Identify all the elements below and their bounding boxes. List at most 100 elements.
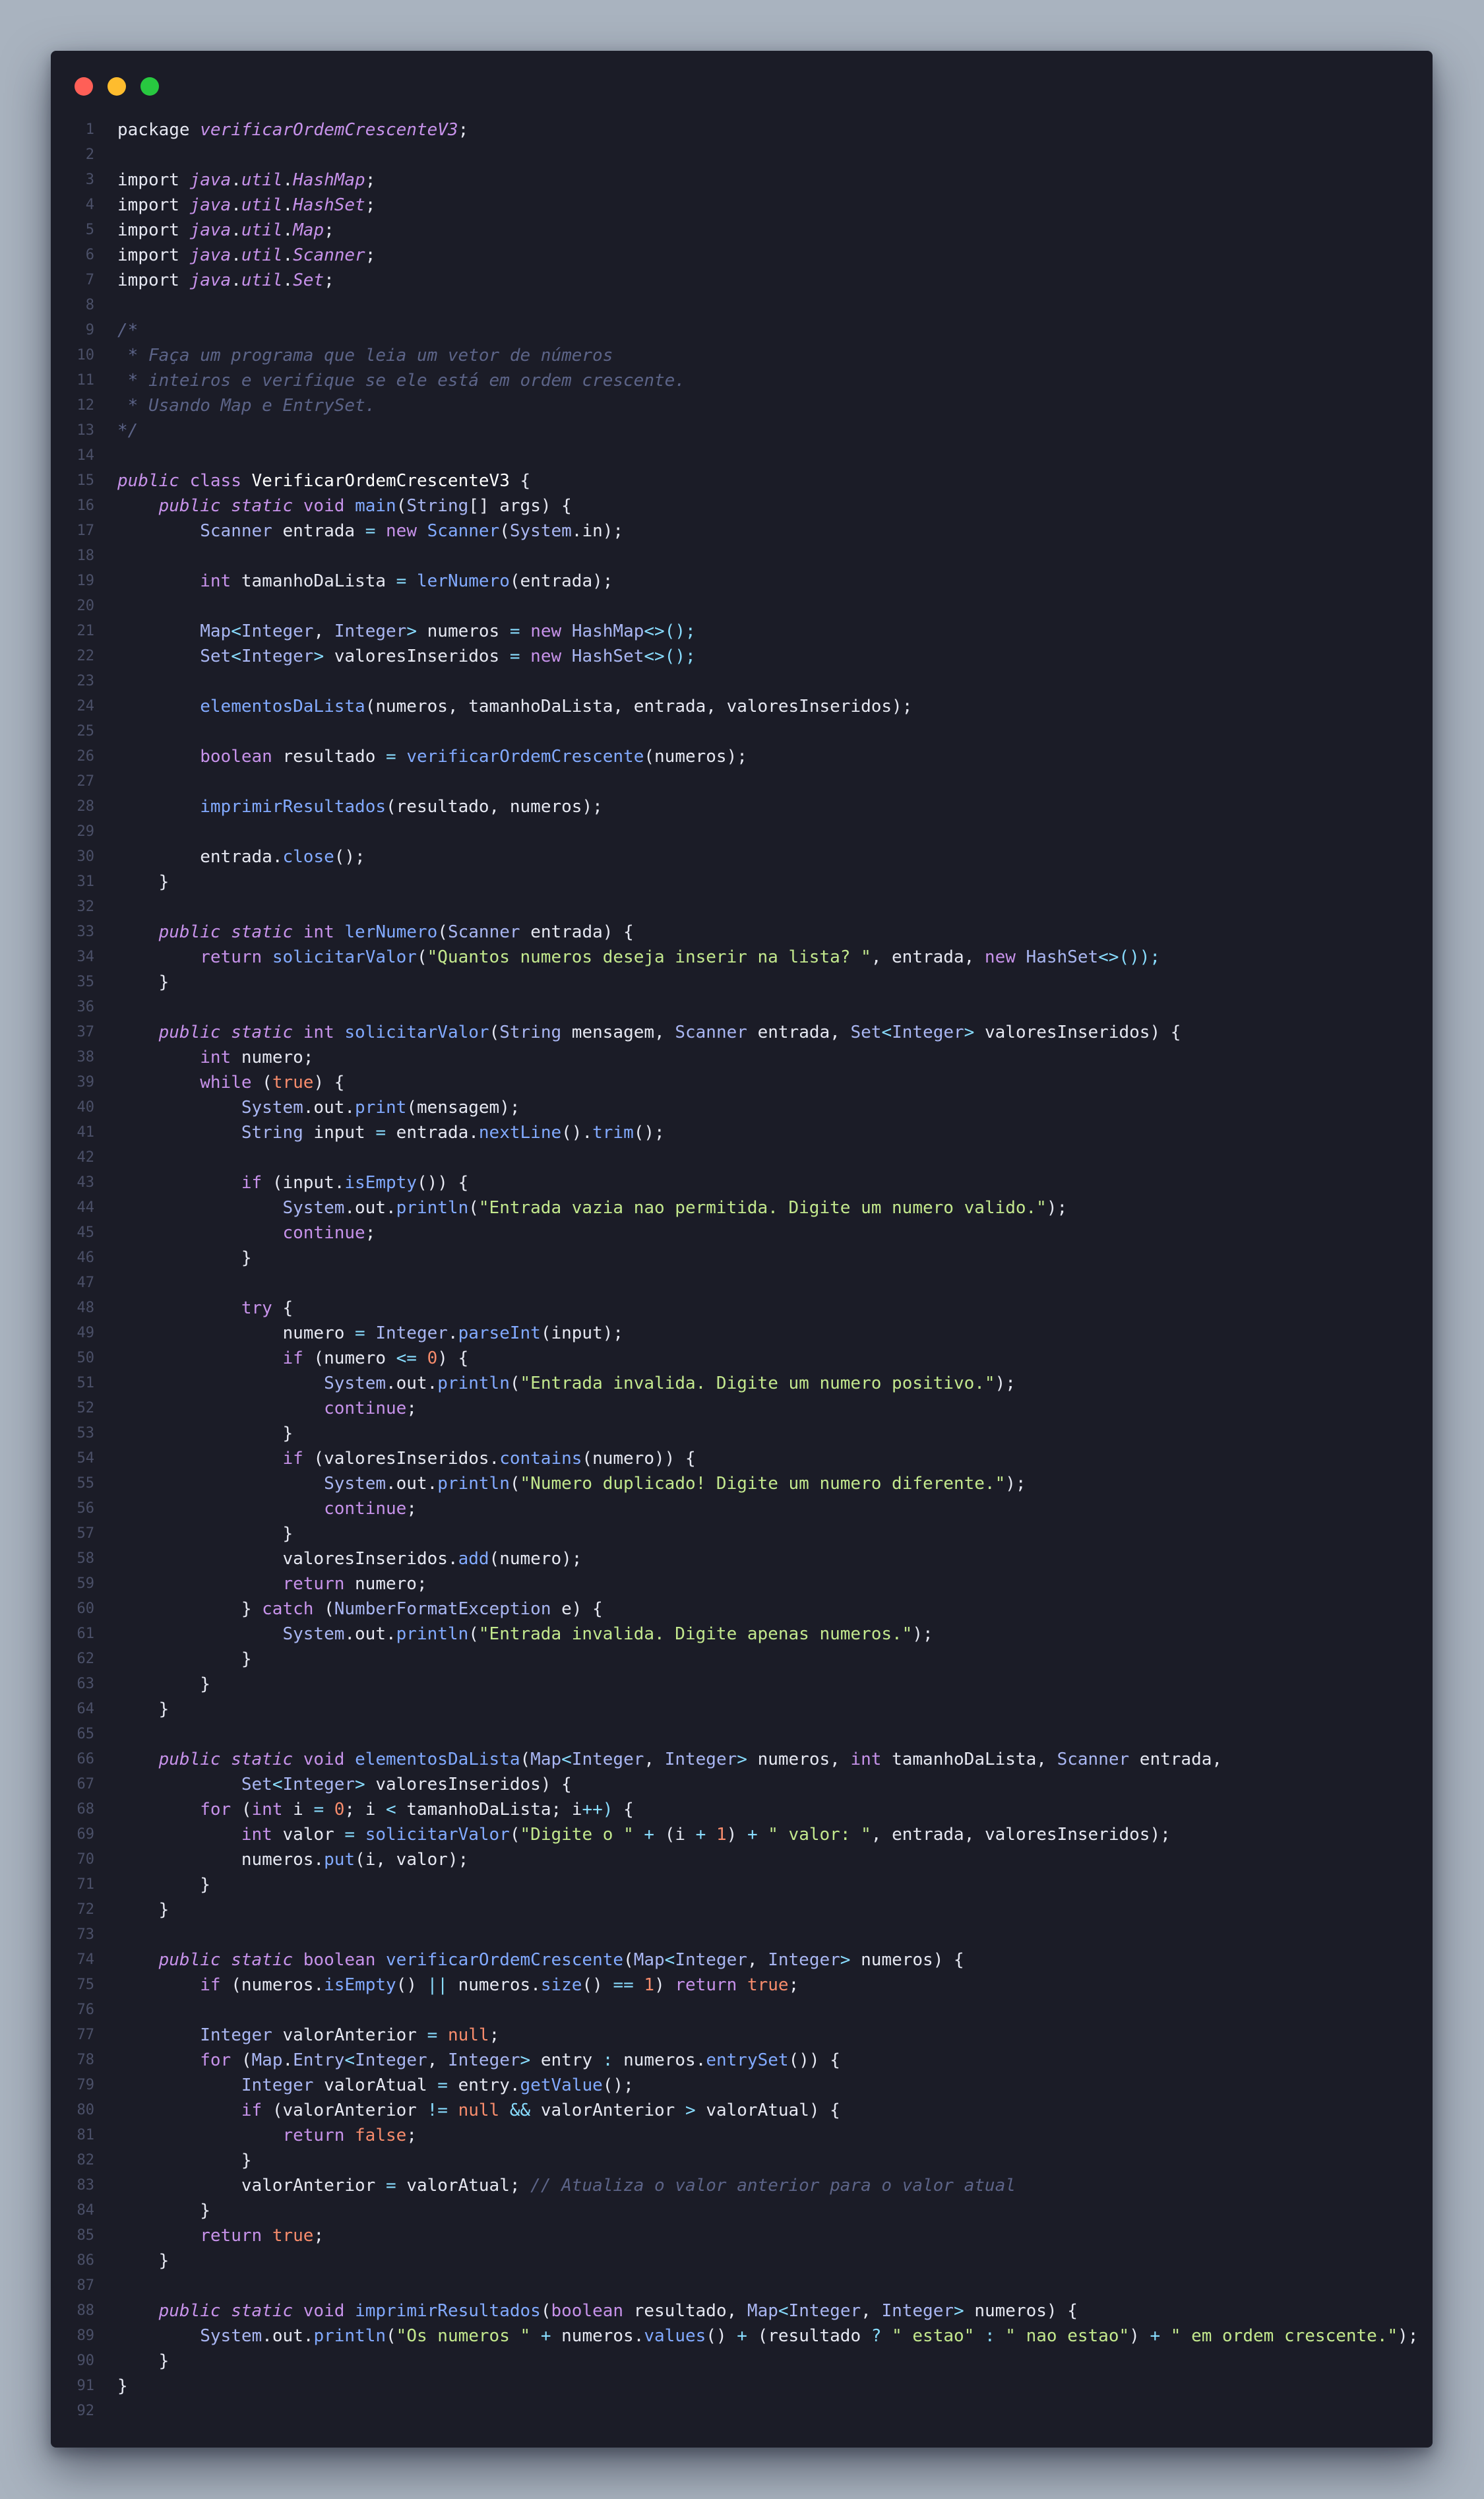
code-line: 28 imprimirResultados(resultado, numeros…: [51, 794, 1433, 819]
code-line: 57 }: [51, 1521, 1433, 1546]
code-window: 1 package verificarOrdemCrescenteV3; 2 3 imp…: [51, 51, 1433, 2448]
code-line: 5 import java.util.Map;: [51, 218, 1433, 243]
line-number: 5: [85, 222, 94, 238]
code-line: 89 System.out.println("Os numeros " + nu…: [51, 2324, 1433, 2349]
code-text: }: [158, 1699, 170, 1719]
line-number: 28: [77, 798, 95, 815]
code-line: 11 * inteiros e verifique se ele está em…: [51, 368, 1433, 393]
line-number: 64: [77, 1701, 95, 1717]
code-text: }: [158, 2351, 170, 2371]
line-number: 61: [77, 1626, 95, 1642]
code-line: 22 Set<Integer> valoresInseridos = new H…: [51, 644, 1433, 669]
line-number: 65: [77, 1726, 95, 1742]
code-text: Set<Integer> valoresInseridos) {: [241, 1775, 572, 1794]
code-line: 50 if (numero <= 0) {: [51, 1346, 1433, 1371]
line-number: 89: [77, 2327, 95, 2344]
code-text: boolean resultado = verificarOrdemCresce…: [200, 747, 747, 767]
line-number: 84: [77, 2202, 95, 2219]
code-line: 76: [51, 1998, 1433, 2023]
code-line: 42: [51, 1145, 1433, 1170]
line-number: 16: [77, 497, 95, 514]
line-number: 83: [77, 2177, 95, 2194]
code-line: 45 continue;: [51, 1220, 1433, 1246]
code-text: System.out.println("Numero duplicado! Di…: [324, 1474, 1026, 1494]
code-text: import java.util.HashSet;: [117, 195, 376, 215]
line-number: 7: [85, 272, 94, 288]
code-line: 15 public class VerificarOrdemCrescenteV3…: [51, 468, 1433, 493]
line-number: 45: [77, 1224, 95, 1241]
code-line: 90 }: [51, 2349, 1433, 2374]
line-number: 39: [77, 1074, 95, 1091]
code-line: 52 continue;: [51, 1396, 1433, 1421]
code-text: for (int i = 0; i < tamanhoDaLista; i++)…: [200, 1800, 634, 1819]
line-number: 17: [77, 522, 95, 539]
line-number: 6: [85, 247, 94, 263]
code-line: 54 if (valoresInseridos.contains(numero)…: [51, 1446, 1433, 1471]
line-number: 11: [77, 372, 95, 389]
code-line: 23: [51, 669, 1433, 694]
line-number: 55: [77, 1475, 95, 1492]
code-text: public class VerificarOrdemCrescenteV3 {: [117, 471, 531, 491]
code-line: 75 if (numeros.isEmpty() || numeros.size…: [51, 1973, 1433, 1998]
code-line: 19 int tamanhoDaLista = lerNumero(entrad…: [51, 569, 1433, 594]
line-number: 67: [77, 1776, 95, 1792]
line-number: 13: [77, 422, 95, 439]
code-text: }: [200, 1875, 210, 1895]
line-number: 53: [77, 1425, 95, 1441]
code-line: 87: [51, 2273, 1433, 2298]
line-number: 50: [77, 1350, 95, 1366]
code-text: }: [158, 1900, 170, 1920]
line-number: 21: [77, 623, 95, 639]
code-line: 39 while (true) {: [51, 1070, 1433, 1095]
line-number: 14: [77, 447, 95, 464]
code-line: 74 public static boolean verificarOrdemC…: [51, 1947, 1433, 1973]
code-line: 55 System.out.println("Numero duplicado!…: [51, 1471, 1433, 1496]
code-line: 3 import java.util.HashMap;: [51, 168, 1433, 193]
code-line: 59 return numero;: [51, 1571, 1433, 1597]
code-text: System.out.println("Os numeros " + numer…: [200, 2326, 1419, 2346]
line-number: 40: [77, 1099, 95, 1116]
minimize-button[interactable]: [108, 77, 126, 96]
code-text: System.out.println("Entrada vazia nao pe…: [282, 1198, 1068, 1218]
line-number: 9: [85, 322, 94, 338]
code-line: 62 }: [51, 1647, 1433, 1672]
code-line: 31 }: [51, 870, 1433, 895]
line-number: 41: [77, 1124, 95, 1141]
line-number: 46: [77, 1250, 95, 1266]
code-line: 58 valoresInseridos.add(numero);: [51, 1546, 1433, 1571]
code-text: valorAnterior = valorAtual; // Atualiza …: [241, 2176, 1016, 2196]
code-text: }: [200, 2201, 210, 2221]
code-line: 67 Set<Integer> valoresInseridos) {: [51, 1772, 1433, 1797]
line-number: 57: [77, 1525, 95, 1542]
code-editor[interactable]: 1 package verificarOrdemCrescenteV3; 2 3 imp…: [51, 117, 1433, 2424]
code-text: }: [117, 2376, 128, 2396]
line-number: 27: [77, 773, 95, 790]
zoom-button[interactable]: [140, 77, 159, 96]
line-number: 79: [77, 2077, 95, 2093]
line-number: 87: [77, 2277, 95, 2294]
line-number: 82: [77, 2152, 95, 2168]
code-line: 68 for (int i = 0; i < tamanhoDaLista; i…: [51, 1797, 1433, 1822]
code-line: 92: [51, 2399, 1433, 2424]
close-button[interactable]: [75, 77, 93, 96]
line-number: 75: [77, 1977, 95, 1993]
code-text: public static void elementosDaLista(Map<…: [158, 1750, 1223, 1769]
line-number: 19: [77, 573, 95, 589]
code-line: 44 System.out.println("Entrada vazia nao…: [51, 1195, 1433, 1220]
code-text: Integer valorAnterior = null;: [200, 2025, 500, 2045]
code-line: 17 Scanner entrada = new Scanner(System.…: [51, 519, 1433, 544]
line-number: 20: [77, 598, 95, 614]
code-line: 27: [51, 769, 1433, 794]
code-line: 91}: [51, 2374, 1433, 2399]
line-number: 29: [77, 823, 95, 840]
line-number: 23: [77, 673, 95, 689]
line-number: 70: [77, 1851, 95, 1868]
code-line: 4 import java.util.HashSet;: [51, 193, 1433, 218]
code-text: public static int lerNumero(Scanner entr…: [158, 922, 634, 942]
code-line: 26 boolean resultado = verificarOrdemCre…: [51, 744, 1433, 769]
line-number: 26: [77, 748, 95, 765]
code-text: package verificarOrdemCrescenteV3;: [117, 120, 469, 140]
code-line: 29: [51, 819, 1433, 844]
code-text: int valor = solicitarValor("Digite o " +…: [241, 1825, 1171, 1845]
code-line: 86 }: [51, 2248, 1433, 2273]
